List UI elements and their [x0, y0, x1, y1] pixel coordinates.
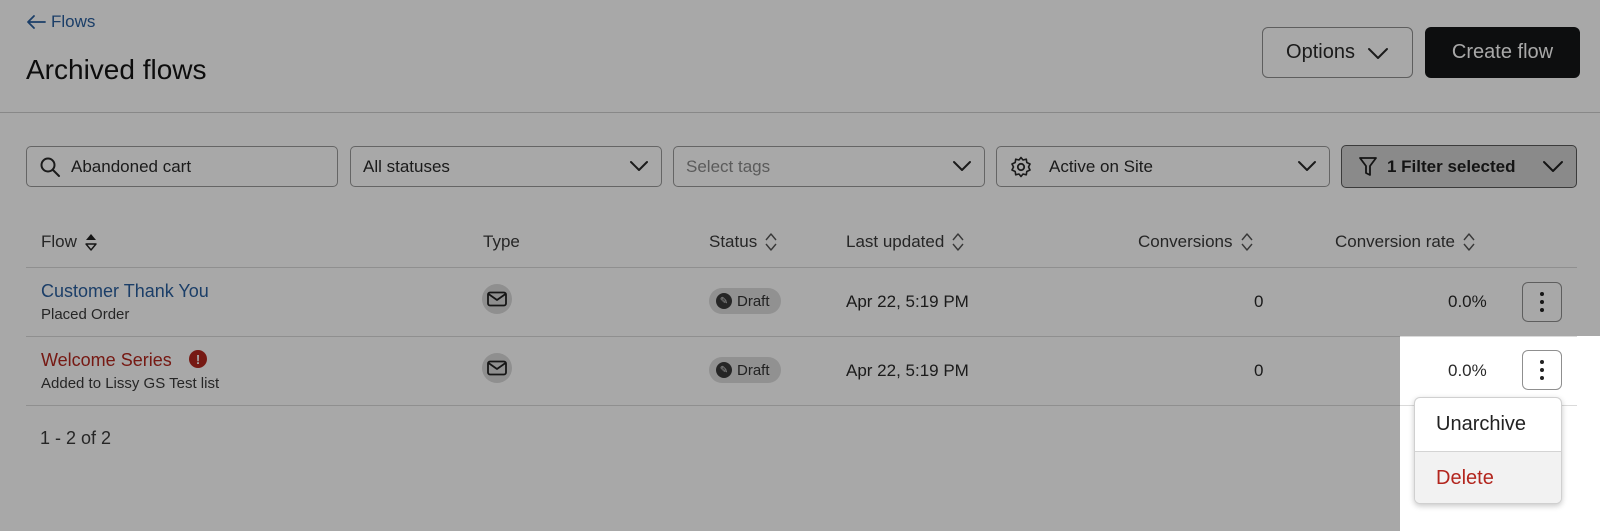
search-input-value: Abandoned cart	[71, 156, 192, 176]
sort-icon	[1240, 233, 1253, 251]
column-label: Status	[709, 232, 758, 251]
tags-select[interactable]: Select tags	[673, 146, 985, 187]
column-header-flow[interactable]: Flow	[41, 232, 97, 252]
sort-icon	[765, 233, 777, 251]
error-icon: !	[189, 350, 207, 368]
draft-icon: ✎	[716, 362, 732, 378]
status-badge: ✎ Draft	[709, 357, 781, 383]
gear-icon	[1011, 156, 1031, 178]
column-label: Last updated	[846, 232, 945, 251]
row-divider	[26, 405, 1577, 406]
options-button[interactable]: Options	[1262, 27, 1413, 78]
pagination-summary: 1 - 2 of 2	[40, 428, 112, 448]
chevron-down-icon	[630, 161, 648, 171]
column-label: Conversion rate	[1335, 232, 1456, 251]
last-updated: Apr 22, 5:19 PM	[846, 361, 969, 380]
chevron-down-icon	[1543, 161, 1563, 172]
unarchive-menu-item[interactable]: Unarchive	[1415, 398, 1561, 451]
column-label: Conversions	[1138, 232, 1233, 251]
status-select[interactable]: All statuses	[350, 146, 662, 187]
back-link-label: Flows	[51, 12, 96, 31]
column-header-type: Type	[483, 232, 520, 252]
conversions: 0	[1254, 292, 1264, 311]
header-divider	[0, 112, 1600, 113]
page-title: Archived flows	[26, 54, 207, 85]
chevron-down-icon	[953, 161, 971, 171]
create-flow-button[interactable]: Create flow	[1425, 27, 1580, 78]
archived-flows-page: Flows Archived flows Options Create flow…	[0, 0, 1600, 531]
last-updated: Apr 22, 5:19 PM	[846, 292, 969, 311]
search-icon	[40, 157, 60, 177]
row-actions-button[interactable]	[1522, 282, 1562, 322]
chevron-down-icon	[1367, 47, 1388, 59]
chevron-down-icon	[1298, 161, 1316, 171]
row-actions-button[interactable]	[1522, 350, 1562, 390]
filter-button-label: 1 Filter selected	[1387, 156, 1516, 176]
tags-select-placeholder: Select tags	[686, 156, 771, 176]
draft-icon: ✎	[716, 293, 732, 309]
arrow-left-icon	[27, 15, 46, 29]
create-flow-label: Create flow	[1451, 41, 1554, 63]
flow-trigger: Placed Order	[41, 306, 130, 323]
column-header-conversion-rate[interactable]: Conversion rate	[1335, 232, 1475, 252]
status-badge-label: Draft	[737, 292, 770, 310]
conversion-rate: 0.0%	[1448, 361, 1487, 380]
back-to-flows-link[interactable]: Flows	[26, 12, 95, 32]
flow-trigger: Added to Lissy GS Test list	[41, 375, 220, 392]
conversion-rate: 0.0%	[1448, 292, 1487, 311]
sort-icon	[85, 234, 97, 251]
row-actions-menu: Unarchive Delete	[1414, 397, 1562, 504]
column-header-conversions[interactable]: Conversions	[1138, 232, 1253, 252]
sort-icon	[952, 233, 964, 251]
filter-icon	[1359, 157, 1377, 176]
status-select-value: All statuses	[363, 156, 450, 176]
sort-icon	[1463, 233, 1475, 251]
site-status-value: Active on Site	[1049, 156, 1153, 176]
row-divider	[26, 267, 1577, 268]
site-status-select[interactable]: Active on Site	[996, 146, 1330, 187]
flow-name-link[interactable]: Welcome Series	[41, 350, 172, 371]
status-badge-label: Draft	[737, 361, 770, 379]
row-divider	[26, 336, 1577, 337]
column-header-status[interactable]: Status	[709, 232, 777, 252]
conversions: 0	[1254, 361, 1264, 380]
column-label: Flow	[41, 232, 77, 251]
dim-overlay	[0, 336, 1400, 531]
column-header-last-updated[interactable]: Last updated	[846, 232, 964, 252]
options-button-label: Options	[1286, 41, 1355, 63]
column-label: Type	[483, 232, 520, 251]
status-badge: ✎ Draft	[709, 288, 781, 314]
filter-selected-button[interactable]: 1 Filter selected	[1341, 145, 1577, 188]
delete-menu-item[interactable]: Delete	[1415, 452, 1561, 503]
search-input[interactable]: Abandoned cart	[26, 146, 338, 187]
email-icon	[482, 284, 512, 314]
email-icon	[482, 353, 512, 383]
flow-name-link[interactable]: Customer Thank You	[41, 281, 209, 302]
